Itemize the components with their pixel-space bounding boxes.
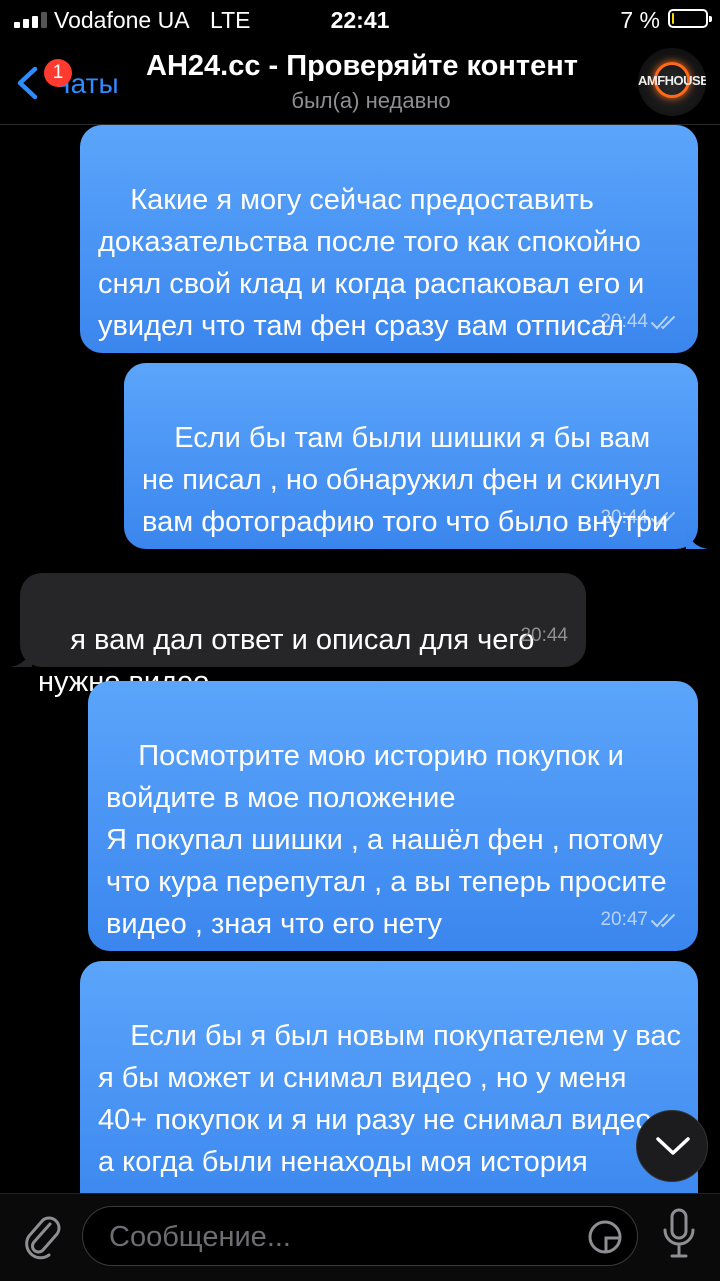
message-time: 20:44 — [600, 311, 648, 332]
chat-header: Чаты 1 AH24.cc - Проверяйте контент был(… — [0, 40, 720, 125]
message-meta: 20:44 — [600, 301, 680, 343]
composer — [0, 1193, 720, 1281]
double-check-icon — [651, 511, 675, 526]
message-text: Если бы я был новым покупателем у вас я … — [98, 1020, 681, 1193]
message-text: Посмотрите мою историю покупок и войдите… — [106, 740, 667, 940]
message-text: Если бы там были шишки я бы вам не писал… — [142, 422, 669, 538]
message-bubble[interactable]: Посмотрите мою историю покупок и войдите… — [88, 681, 698, 951]
message-bubble[interactable]: я вам дал ответ и описал для чего нужно … — [10, 573, 586, 698]
chat-title[interactable]: AH24.cc - Проверяйте контент — [146, 50, 616, 83]
double-check-icon — [651, 315, 675, 330]
message-time: 20:44 — [520, 625, 568, 646]
message-meta: 20:44 — [520, 615, 568, 657]
message-meta: 20:47 — [600, 899, 680, 941]
double-check-icon — [651, 913, 675, 928]
message-field[interactable] — [82, 1206, 638, 1266]
unread-badge: 1 — [44, 59, 72, 87]
back-button[interactable]: Чаты 1 — [14, 59, 134, 102]
chat-status: был(а) недавно — [291, 88, 451, 113]
message-input[interactable] — [107, 1215, 551, 1259]
microphone-icon[interactable] — [662, 1208, 696, 1260]
message-meta: 20:44 — [600, 497, 680, 539]
message-bubble[interactable]: Если бы я был новым покупателем у вас я … — [80, 961, 698, 1193]
status-bar: Vodafone UA LTE 22:41 7 % — [0, 0, 720, 40]
message-list[interactable]: Какие я могу сейчас предоставить доказат… — [0, 125, 720, 1193]
message-time: 20:47 — [600, 909, 648, 930]
paperclip-icon[interactable] — [20, 1212, 64, 1260]
avatar[interactable]: AMFHOUSE — [638, 48, 706, 116]
chevron-left-icon — [17, 66, 38, 100]
message-text: Какие я могу сейчас предоставить доказат… — [98, 184, 653, 342]
scroll-down-button[interactable] — [636, 1110, 708, 1182]
message-time: 20:44 — [600, 507, 648, 528]
chevron-down-icon — [656, 1137, 690, 1155]
battery-percent: 7 % — [620, 7, 660, 33]
clock: 22:41 — [330, 7, 390, 33]
message-bubble[interactable]: Если бы там были шишки я бы вам не писал… — [124, 363, 708, 549]
message-bubble[interactable]: Какие я могу сейчас предоставить доказат… — [80, 125, 698, 353]
bubble-tail — [10, 647, 32, 667]
bubble-tail — [686, 529, 708, 549]
sticker-icon[interactable] — [587, 1219, 623, 1255]
battery-icon — [668, 9, 712, 28]
avatar-logo-text: AMFHOUSE — [638, 73, 706, 88]
